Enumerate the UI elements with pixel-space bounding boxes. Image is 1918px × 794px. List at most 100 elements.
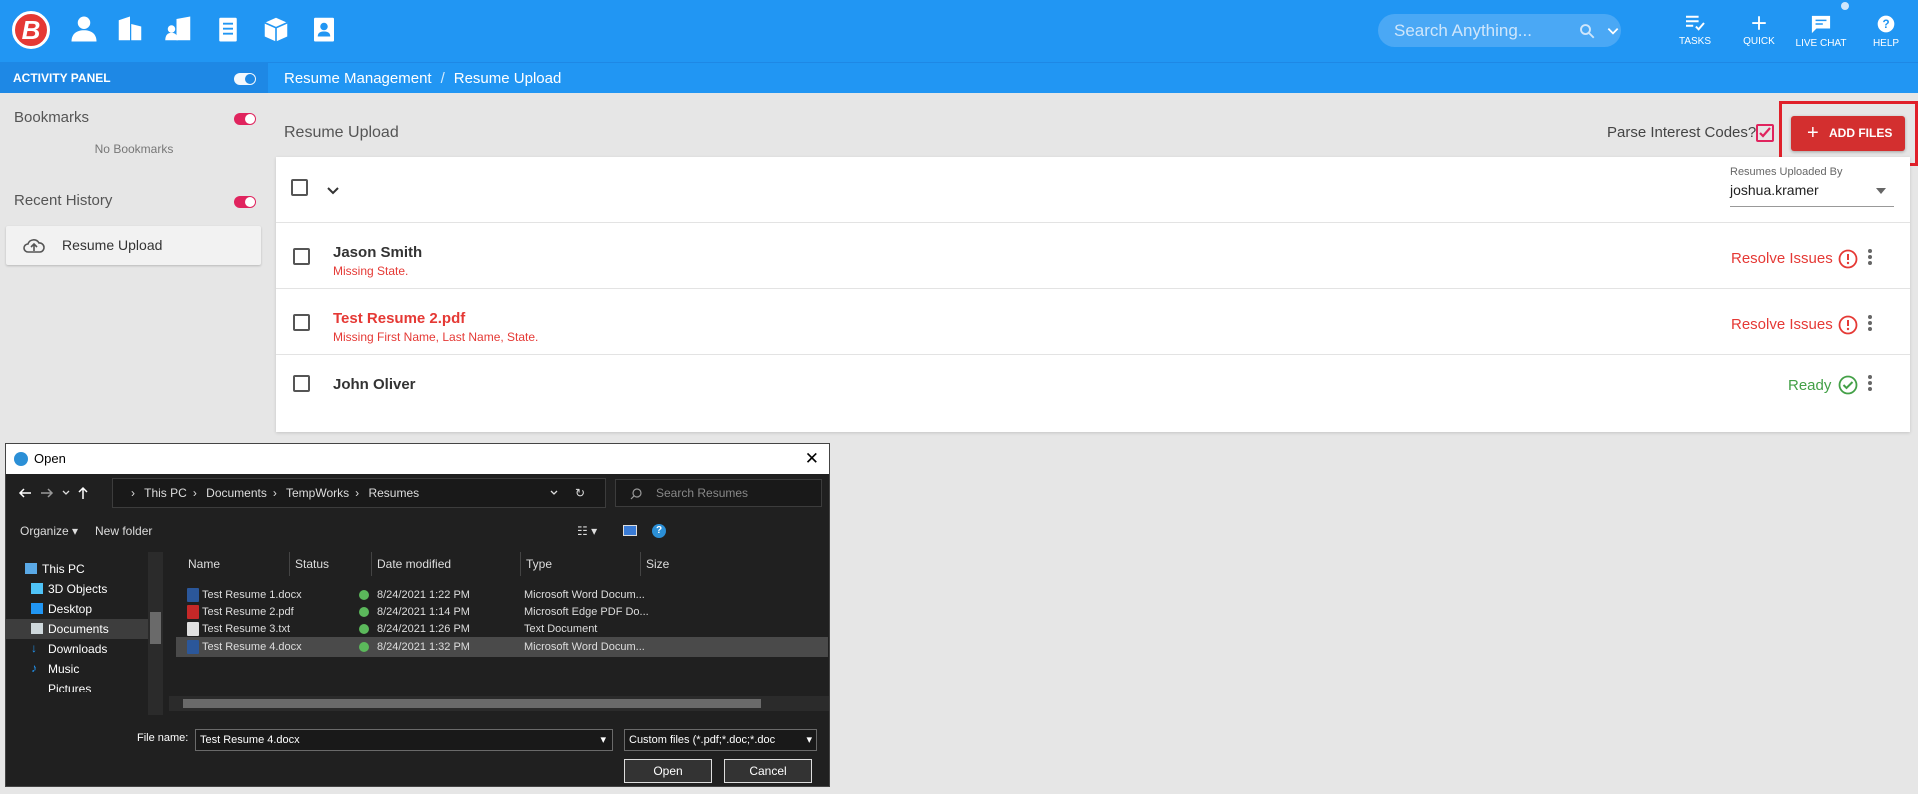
row-checkbox[interactable] [293, 314, 310, 331]
dialog-footer: File name: Test Resume 4.docx ▾ Custom fi… [6, 715, 829, 786]
tree-documents[interactable]: Documents [31, 622, 109, 636]
breadcrumb-resume-upload: Resume Upload [453, 70, 562, 87]
upload-list-card: Resumes Uploaded By joshua.kramer Jason … [276, 157, 1910, 432]
help-button[interactable]: ? HELP [1856, 14, 1916, 49]
tree-downloads[interactable]: ↓ Downloads [31, 642, 107, 656]
tree-3d-objects[interactable]: 3D Objects [31, 582, 107, 596]
select-all-checkbox[interactable] [291, 179, 308, 196]
file-name-value: Test Resume 4.docx [200, 734, 300, 746]
download-icon: ↓ [31, 641, 37, 655]
path-resumes[interactable]: Resumes [368, 486, 419, 500]
activity-panel-toggle[interactable] [234, 73, 256, 85]
tree-this-pc[interactable]: This PC [25, 562, 85, 576]
open-button[interactable]: Open [624, 759, 712, 783]
new-folder-button[interactable]: New folder [95, 524, 152, 538]
help-icon[interactable]: ? [652, 524, 666, 538]
organize-button[interactable]: Organize ▾ [20, 524, 78, 538]
breadcrumb-resume-management[interactable]: Resume Management [284, 70, 432, 87]
recent-history-toggle[interactable] [234, 196, 256, 208]
tree-label: Pictures [48, 682, 92, 692]
view-options-icon[interactable]: ☷ ▾ [577, 524, 597, 538]
edge-icon [14, 452, 28, 466]
quick-button[interactable]: QUICK [1729, 14, 1789, 47]
add-files-label: ADD FILES [1829, 126, 1893, 140]
column-name[interactable]: Name [188, 552, 220, 576]
column-size[interactable]: Size [646, 552, 669, 576]
upload-row[interactable]: Test Resume 2.pdf Missing First Name, La… [276, 288, 1910, 354]
file-name: Test Resume 3.txt [202, 623, 291, 635]
box-icon[interactable] [261, 14, 291, 44]
file-name: Test Resume 4.docx [202, 641, 302, 653]
synced-check-icon [359, 624, 369, 634]
upload-row[interactable]: John Oliver Ready [276, 354, 1910, 420]
preview-pane-icon[interactable] [623, 525, 637, 536]
chevron-down-icon[interactable] [1606, 24, 1620, 38]
row-menu-icon[interactable] [1868, 249, 1872, 267]
file-name-label: File name: [137, 732, 189, 744]
file-list-scrollbar[interactable] [169, 696, 829, 711]
row-menu-icon[interactable] [1868, 315, 1872, 333]
person-icon[interactable] [69, 14, 99, 44]
notification-dot [1841, 2, 1849, 10]
file-name-input[interactable]: Test Resume 4.docx ▾ [195, 729, 613, 751]
column-type[interactable]: Type [526, 552, 552, 576]
tasks-button[interactable]: TASKS [1665, 14, 1725, 47]
path-tempworks[interactable]: TempWorks [286, 486, 349, 500]
chevron-down-icon[interactable]: ▾ [804, 730, 812, 750]
file-row-selected[interactable]: Test Resume 4.docx 8/24/2021 1:32 PM Mic… [176, 637, 828, 657]
resolve-issues-link[interactable]: Resolve Issues [1731, 250, 1833, 267]
row-checkbox[interactable] [293, 248, 310, 265]
file-type-filter-select[interactable]: Custom files (*.pdf;*.doc;*.doc ▾ [624, 729, 817, 751]
search-icon [630, 488, 642, 500]
column-status[interactable]: Status [295, 552, 329, 576]
synced-check-icon [359, 642, 369, 652]
app-logo[interactable]: B [12, 11, 50, 49]
badge-icon[interactable] [309, 14, 339, 44]
path-this-pc[interactable]: This PC [144, 486, 187, 500]
dropdown-arrow-icon [1876, 188, 1886, 194]
word-doc-icon [187, 588, 199, 602]
tree-desktop[interactable]: Desktop [31, 602, 92, 616]
plus-icon [1752, 16, 1766, 30]
path-documents[interactable]: Documents [206, 486, 267, 500]
file-row[interactable]: Test Resume 3.txt 8/24/2021 1:26 PM Text… [176, 619, 828, 639]
address-bar[interactable]: › This PC › Documents › TempWorks › Resumes… [112, 478, 606, 508]
file-date: 8/24/2021 1:26 PM [377, 623, 470, 635]
plus-icon: + [1807, 122, 1819, 144]
address-dropdown-icon[interactable] [549, 479, 559, 498]
recent-locations-icon[interactable] [61, 488, 71, 498]
history-item-resume-upload[interactable]: Resume Upload [6, 226, 261, 265]
refresh-icon[interactable]: ↻ [575, 479, 585, 507]
row-name: Test Resume 2.pdf [333, 310, 466, 327]
breadcrumb: Resume Management / Resume Upload [284, 63, 561, 94]
add-files-button[interactable]: + ADD FILES [1791, 116, 1905, 151]
upload-row[interactable]: Jason Smith Missing State. Resolve Issue… [276, 222, 1910, 288]
tree-scrollbar[interactable] [148, 552, 163, 715]
path-chevron-icon: › [192, 486, 197, 500]
search-icon[interactable] [1578, 22, 1596, 40]
cancel-button[interactable]: Cancel [724, 759, 812, 783]
tree-label: This PC [42, 562, 85, 576]
people-building-icon[interactable] [164, 14, 194, 44]
tree-pictures[interactable]: Pictures [48, 682, 91, 692]
building-icon[interactable] [115, 14, 145, 44]
tree-music[interactable]: ♪ Music [31, 662, 79, 676]
forward-arrow-icon[interactable] [40, 486, 54, 500]
parse-interest-codes-checkbox[interactable] [1756, 124, 1774, 142]
chevron-down-icon[interactable] [326, 185, 340, 197]
bookmarks-toggle[interactable] [234, 113, 256, 125]
close-icon[interactable]: ✕ [805, 444, 819, 474]
up-arrow-icon[interactable] [76, 486, 90, 500]
live-chat-button[interactable]: LIVE CHAT [1791, 14, 1851, 49]
chevron-down-icon[interactable]: ▾ [600, 730, 606, 750]
row-checkbox[interactable] [293, 375, 310, 392]
file-type-filter-value: Custom files (*.pdf;*.doc;*.doc [629, 734, 776, 746]
dialog-search-input[interactable]: Search Resumes [615, 479, 822, 507]
uploaded-by-select[interactable]: joshua.kramer [1730, 182, 1894, 207]
column-date-modified[interactable]: Date modified [377, 552, 451, 576]
resolve-issues-link[interactable]: Resolve Issues [1731, 316, 1833, 333]
back-arrow-icon[interactable] [18, 486, 32, 500]
global-search-input[interactable]: Search Anything... [1378, 14, 1621, 47]
clipboard-icon[interactable] [213, 14, 243, 44]
row-menu-icon[interactable] [1868, 375, 1872, 393]
